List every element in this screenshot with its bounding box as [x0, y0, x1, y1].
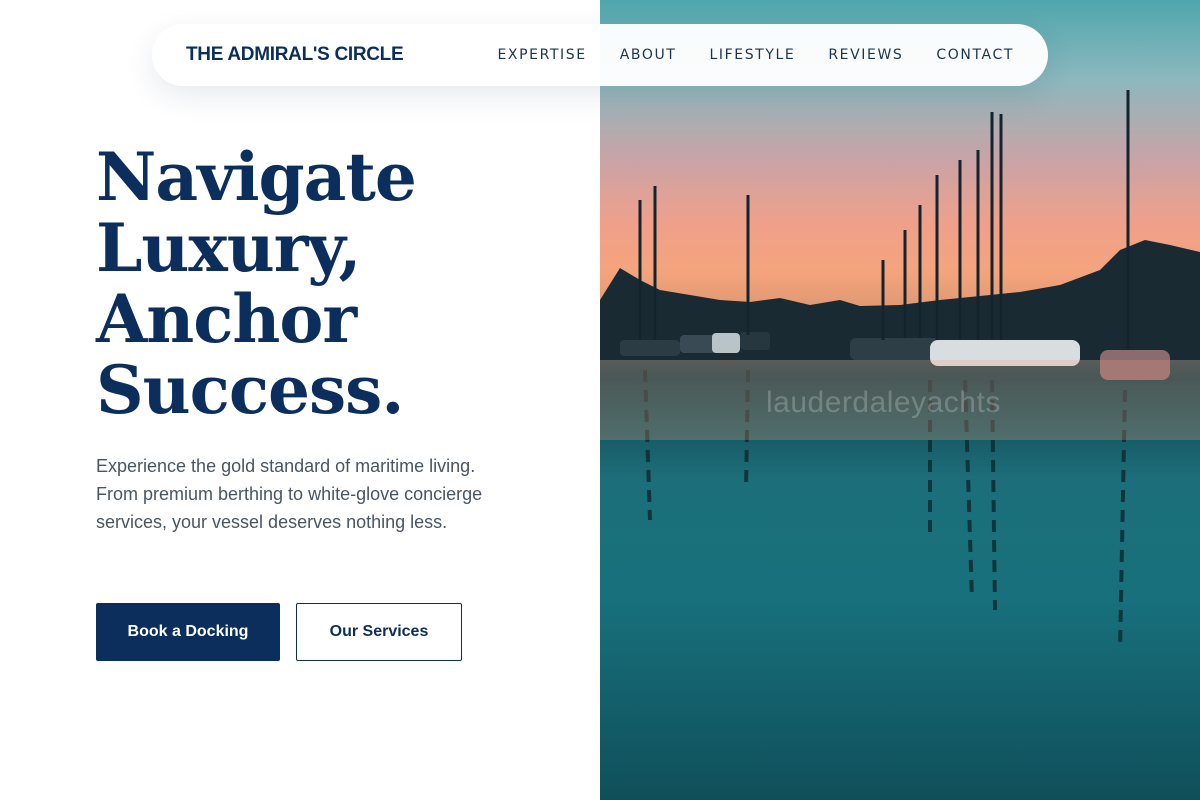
headline-line-4: Success. [96, 351, 404, 429]
top-navbar: THE ADMIRAL'S CIRCLE EXPERTISE ABOUT LIF… [152, 24, 1048, 86]
nav-item-contact[interactable]: CONTACT [936, 47, 1014, 63]
nav-item-lifestyle[interactable]: LIFESTYLE [709, 47, 795, 63]
nav-item-expertise[interactable]: EXPERTISE [497, 47, 586, 63]
headline-line-2: Luxury, [96, 209, 362, 287]
main-nav: EXPERTISE ABOUT LIFESTYLE REVIEWS CONTAC… [497, 47, 1014, 63]
hero-photo: lauderdaleyachts [600, 0, 1200, 800]
nav-item-about[interactable]: ABOUT [620, 47, 677, 63]
our-services-button[interactable]: Our Services [296, 603, 462, 661]
headline-line-1: Navigate [96, 138, 417, 216]
headline-line-3: Anchor [96, 280, 357, 358]
hero-subtext: Experience the gold standard of maritime… [96, 456, 483, 532]
photo-watermark: lauderdaleyachts [766, 386, 1001, 419]
nav-item-reviews[interactable]: REVIEWS [828, 47, 903, 63]
hero-headline: Navigate Luxury, Anchor Success. [96, 142, 576, 426]
brand-logo[interactable]: THE ADMIRAL'S CIRCLE [186, 44, 404, 66]
book-docking-button[interactable]: Book a Docking [96, 603, 280, 661]
